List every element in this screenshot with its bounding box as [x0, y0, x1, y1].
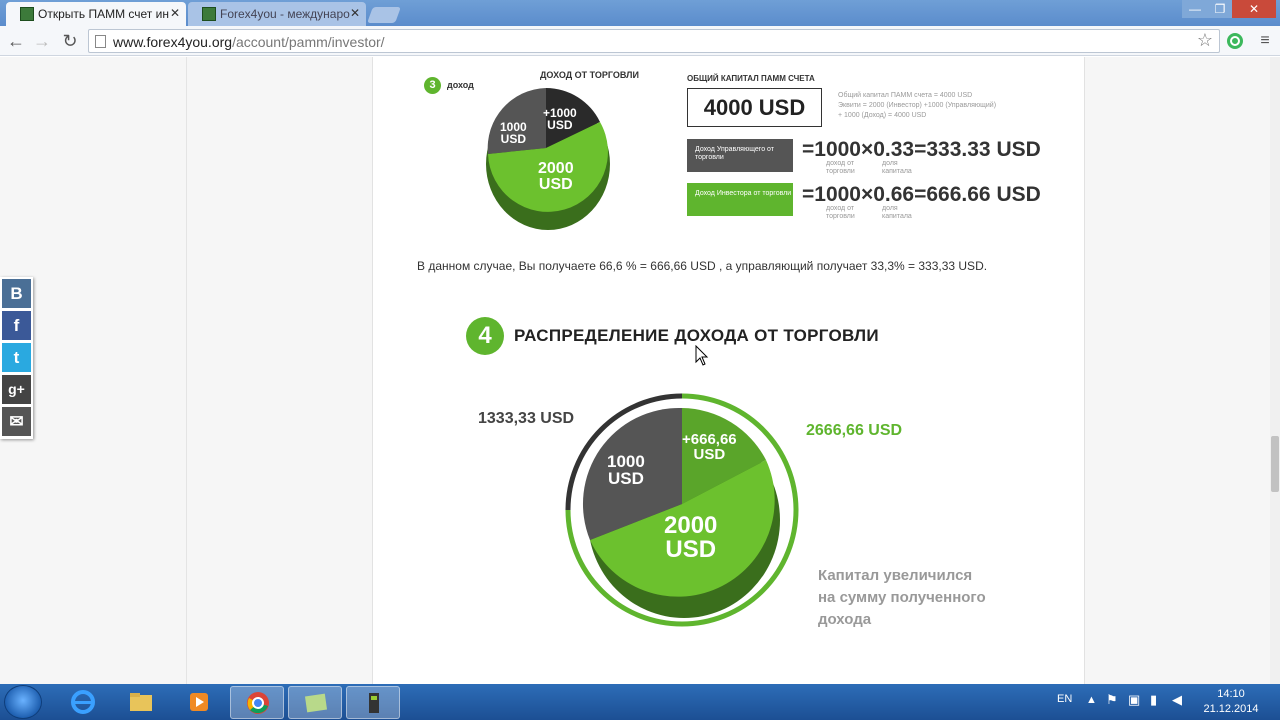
- system-clock[interactable]: 14:10 21.12.2014: [1200, 687, 1262, 717]
- capital-value-box: 4000 USD: [687, 88, 822, 127]
- formula-sub-income: доход от торговли: [826, 205, 855, 220]
- maximize-button[interactable]: ❐: [1208, 0, 1232, 18]
- formula-sub-share: доля капитала: [882, 160, 912, 175]
- manager-formula: =1000×0.33=333.33 USD: [802, 138, 1041, 161]
- windows-taskbar: EN ▲ ⚑ ▣ ▮ ◀ 14:10 21.12.2014: [0, 684, 1280, 720]
- folder-icon: [130, 693, 152, 711]
- dist-pie-green-label: 2000 USD: [664, 514, 717, 562]
- url-text: www.forex4you.org/account/pamm/investor/: [113, 34, 385, 50]
- manager-total-value: 1333,33 USD: [478, 410, 575, 427]
- taskbar-chrome-button[interactable]: [230, 686, 284, 719]
- dist-pie-gray-label: 1000 USD: [607, 453, 645, 487]
- income-label: доход: [447, 80, 474, 90]
- step-4-badge: 4: [466, 317, 504, 355]
- clock-date: 21.12.2014: [1203, 703, 1259, 715]
- network-icon[interactable]: ▮: [1150, 692, 1157, 708]
- reload-icon[interactable]: ↻: [59, 30, 81, 52]
- mouse-cursor-icon: [695, 345, 709, 366]
- start-button[interactable]: [4, 685, 42, 719]
- bookmark-star-icon[interactable]: ☆: [1197, 30, 1213, 51]
- tab-title: Открыть ПАММ счет ин: [38, 7, 169, 21]
- investor-income-bar: Доход Инвестора от торговли: [687, 183, 793, 216]
- twitter-icon[interactable]: t: [2, 343, 31, 372]
- capital-increased-note: Капитал увеличился на сумму полученного …: [818, 565, 986, 631]
- language-indicator[interactable]: EN: [1057, 693, 1072, 705]
- tab-pamm[interactable]: Открыть ПАММ счет ин ✕: [6, 2, 186, 26]
- taskbar-terminal-button[interactable]: [346, 686, 400, 719]
- url-host: www.forex4you.org: [113, 34, 233, 50]
- address-bar[interactable]: www.forex4you.org/account/pamm/investor/…: [88, 29, 1220, 53]
- social-share-bar: B f t g+ ✉: [0, 277, 33, 439]
- formula-sub-income: доход от торговли: [826, 160, 855, 175]
- dist-pie-small-green-text: +666,66 USD: [682, 431, 737, 463]
- internet-explorer-icon: [71, 690, 95, 714]
- volume-icon[interactable]: ◀: [1172, 692, 1182, 708]
- capital-note-1: Общий капитал ПАММ счета = 4000 USD: [838, 92, 973, 99]
- trading-terminal-icon: [369, 693, 379, 713]
- minimize-button[interactable]: —: [1182, 0, 1208, 18]
- clock-time: 14:10: [1217, 688, 1245, 700]
- close-window-button[interactable]: ✕: [1232, 0, 1276, 18]
- taskbar-explorer-button[interactable]: [114, 686, 168, 719]
- note-line-2: на сумму полученного: [818, 589, 986, 606]
- back-arrow-icon[interactable]: ←: [5, 30, 27, 52]
- note-line-3: дохода: [818, 611, 872, 628]
- pie-title: ДОХОД ОТ ТОРГОВЛИ: [540, 70, 639, 80]
- browser-toolbar: ← → ↻ www.forex4you.org/account/pamm/inv…: [0, 26, 1280, 56]
- action-center-flag-icon[interactable]: ⚑: [1106, 692, 1118, 708]
- capital-note-2: Эквити = 2000 (Инвестор) +1000 (Управляю…: [838, 102, 997, 109]
- pie-gray-text: 1000 USD: [500, 120, 527, 146]
- vk-icon[interactable]: B: [2, 279, 31, 308]
- step-3-badge: 3: [424, 77, 441, 94]
- taskbar-ie-button[interactable]: [56, 686, 110, 719]
- section-4-title: РАСПРЕДЕЛЕНИЕ ДОХОДА ОТ ТОРГОВЛИ: [514, 326, 879, 345]
- pie-green-label: 2000 USD: [538, 161, 574, 193]
- site-favicon-icon: [202, 7, 216, 21]
- capital-title: ОБЩИЙ КАПИТАЛ ПАММ СЧЕТА: [687, 74, 815, 83]
- browser-titlebar: Открыть ПАММ счет ин ✕ Forex4you - между…: [0, 0, 1280, 26]
- pie-dark-text: +1000 USD: [543, 106, 577, 132]
- chrome-icon: [247, 692, 269, 714]
- explanation-paragraph: В данном случае, Вы получаете 66,6 % = 6…: [417, 259, 988, 273]
- tab-title: Forex4you - междунаро: [220, 7, 350, 21]
- note-line-1: Капитал увеличился: [818, 567, 973, 584]
- power-icon[interactable]: ▣: [1128, 692, 1140, 708]
- tray-expand-icon[interactable]: ▲: [1086, 694, 1097, 706]
- url-path: /account/pamm/investor/: [232, 34, 385, 50]
- formula-sub-share: доля капитала: [882, 205, 912, 220]
- dist-pie-gray-text: 1000 USD: [607, 452, 645, 488]
- notes-app-icon: [304, 693, 328, 713]
- distribution-pie-chart: [565, 393, 799, 627]
- taskbar-app-button[interactable]: [288, 686, 342, 719]
- dist-pie-green-text: 2000 USD: [664, 512, 718, 563]
- investor-formula: =1000×0.66=666.66 USD: [802, 183, 1041, 206]
- scrollbar-thumb[interactable]: [1271, 436, 1279, 492]
- forward-arrow-icon[interactable]: →: [31, 30, 53, 52]
- site-favicon-icon: [20, 7, 34, 21]
- tab-forex4you[interactable]: Forex4you - междунаро ✕: [188, 2, 366, 26]
- capital-note-3: + 1000 (Доход) = 4000 USD: [838, 112, 927, 119]
- close-tab-icon[interactable]: ✕: [350, 6, 360, 20]
- manager-income-bar: Доход Управляющего от торговли: [687, 139, 793, 172]
- new-tab-button[interactable]: [367, 7, 401, 23]
- page-divider: [186, 57, 187, 684]
- facebook-icon[interactable]: f: [2, 311, 31, 340]
- page-icon: [95, 35, 106, 48]
- menu-icon[interactable]: ≡: [1254, 30, 1276, 52]
- media-player-icon: [190, 693, 208, 711]
- dist-pie-small-green-label: +666,66 USD: [682, 432, 737, 462]
- taskbar-media-button[interactable]: [172, 686, 226, 719]
- mail-icon[interactable]: ✉: [2, 407, 31, 436]
- extension-icon[interactable]: [1226, 32, 1244, 50]
- pie-gray-label: 1000 USD: [500, 121, 527, 145]
- vertical-scrollbar[interactable]: [1270, 57, 1280, 684]
- close-tab-icon[interactable]: ✕: [170, 6, 180, 20]
- pie-green-text: 2000 USD: [538, 160, 574, 193]
- google-plus-icon[interactable]: g+: [2, 375, 31, 404]
- investor-total-value: 2666,66 USD: [806, 422, 903, 439]
- pie-dark-label: +1000 USD: [543, 107, 577, 131]
